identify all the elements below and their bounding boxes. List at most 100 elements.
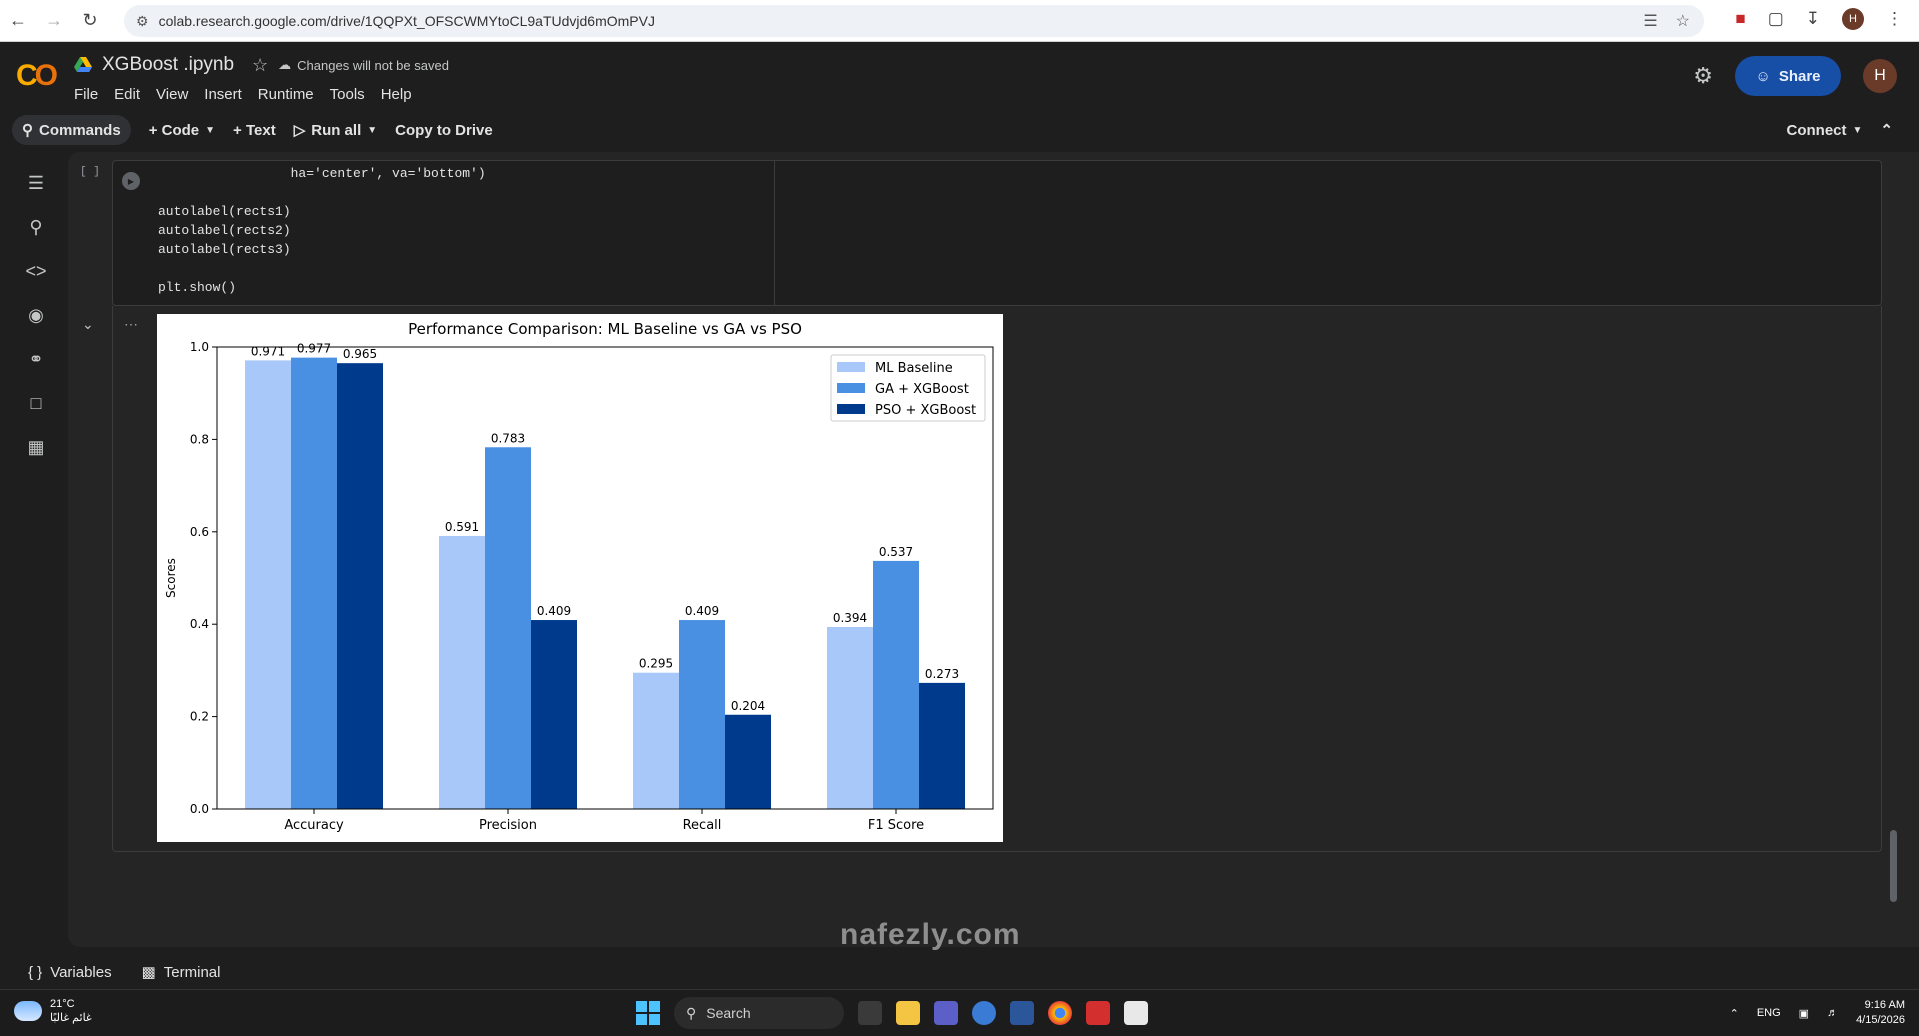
connect-label: Connect [1786, 121, 1847, 139]
table-of-contents-icon[interactable]: ☰ [25, 172, 47, 194]
chrome-icon[interactable] [1048, 1001, 1072, 1025]
back-icon[interactable]: ← [0, 3, 36, 39]
menu-edit[interactable]: Edit [114, 86, 140, 103]
add-code-label: + Code [148, 121, 200, 139]
menu-runtime[interactable]: Runtime [258, 86, 314, 103]
x-tick-label: Recall [683, 818, 722, 833]
data-label: 0.273 [925, 667, 959, 681]
download-icon[interactable]: ↧ [1806, 9, 1820, 29]
legend-label: GA + XGBoost [875, 382, 969, 397]
terminal-button[interactable]: ▩ Terminal [141, 963, 221, 982]
secrets-eye-icon[interactable]: ◉ [25, 304, 47, 326]
windows-taskbar: 21°C غائم غالبًا ⚲ Search ⌃ ENG ▣ ♬ 9:16… [0, 989, 1919, 1036]
legend-label: PSO + XGBoost [875, 403, 976, 418]
unsaved-status[interactable]: ☁ Changes will not be saved [278, 57, 449, 73]
data-label: 0.591 [445, 520, 479, 534]
output-menu-icon[interactable]: ⋯ [124, 316, 139, 333]
star-icon[interactable]: ☆ [252, 55, 268, 76]
settings-gear-icon[interactable]: ⚙ [1693, 63, 1713, 89]
y-tick-label: 1.0 [190, 340, 209, 354]
code-line: plt.show() [158, 280, 237, 295]
menu-tools[interactable]: Tools [330, 86, 365, 103]
copy-to-drive-button[interactable]: Copy to Drive [395, 122, 493, 139]
share-label: Share [1778, 67, 1821, 85]
add-code-button[interactable]: + Code ▼ [149, 122, 215, 139]
key-icon[interactable]: ⚭ [25, 348, 47, 370]
language-indicator[interactable]: ENG [1757, 1007, 1781, 1019]
data-label: 0.295 [639, 657, 673, 671]
chevron-up-icon[interactable]: ⌃ [1880, 121, 1893, 139]
taskbar-search[interactable]: ⚲ Search [674, 997, 844, 1029]
extensions-icon[interactable]: ▢ [1768, 9, 1784, 29]
menu-file[interactable]: File [74, 86, 98, 103]
share-button[interactable]: ☺ Share [1735, 56, 1841, 96]
menu-insert[interactable]: Insert [204, 86, 242, 103]
teams-icon[interactable] [934, 1001, 958, 1025]
bar [531, 620, 577, 809]
chevron-down-icon[interactable]: ⌄ [82, 316, 94, 333]
chart-output: Performance Comparison: ML Baseline vs G… [157, 314, 1003, 842]
volume-icon[interactable]: ♬ [1827, 1007, 1838, 1019]
browser-menu-icon[interactable]: ⋮ [1886, 9, 1903, 29]
x-tick-label: F1 Score [868, 818, 924, 833]
network-icon[interactable]: ▣ [1799, 1007, 1809, 1020]
clock[interactable]: 9:16 AM 4/15/2026 [1856, 998, 1905, 1028]
reload-icon[interactable]: ↻ [72, 3, 108, 39]
task-view-icon[interactable] [858, 1001, 882, 1025]
chevron-up-icon[interactable]: ⌃ [1730, 1007, 1739, 1020]
windows-start-icon[interactable] [636, 1001, 660, 1025]
y-axis-label: Scores [164, 558, 178, 598]
terminal-icon: ▩ [141, 964, 156, 981]
find-replace-icon[interactable]: ⚲ [25, 216, 47, 238]
site-info-icon[interactable]: ⚙ [136, 13, 149, 30]
code-editor[interactable]: ha='center', va='bottom') autolabel(rect… [158, 164, 486, 297]
weather-widget[interactable]: 21°C غائم غالبًا [14, 997, 92, 1025]
connect-button[interactable]: Connect ▼ [1787, 122, 1863, 139]
folder-icon[interactable]: □ [25, 392, 47, 414]
colab-logo[interactable]: CO [16, 59, 58, 93]
data-label: 0.971 [251, 344, 285, 358]
add-text-label: + Text [233, 121, 276, 139]
chevron-down-icon[interactable]: ▼ [205, 125, 215, 136]
profile-avatar[interactable]: H [1863, 59, 1897, 93]
browser-profile-avatar[interactable]: H [1842, 8, 1864, 30]
execution-count: [ ] [80, 166, 100, 178]
y-tick-label: 0.2 [190, 710, 209, 724]
pdf-reader-icon[interactable] [1086, 1001, 1110, 1025]
snipping-tool-icon[interactable] [1124, 1001, 1148, 1025]
bar [485, 447, 531, 809]
colab-header: CO XGBoost .ipynb ☆ ☁ Changes will not b… [0, 42, 1919, 150]
add-text-button[interactable]: + Text [233, 122, 276, 139]
chart-title: Performance Comparison: ML Baseline vs G… [408, 320, 802, 338]
y-tick-label: 0.0 [190, 802, 209, 816]
run-all-button[interactable]: ▷ Run all ▼ [294, 121, 377, 140]
cell-divider [774, 160, 775, 306]
data-table-icon[interactable]: ▦ [25, 436, 47, 458]
chevron-down-icon[interactable]: ▼ [367, 125, 377, 136]
pdf-extension-icon[interactable]: ■ [1735, 9, 1745, 29]
bar [873, 560, 919, 809]
x-tick-label: Precision [479, 818, 537, 833]
data-label: 0.977 [297, 342, 331, 356]
bar [725, 714, 771, 809]
data-label: 0.409 [685, 604, 719, 618]
globe-icon[interactable] [972, 1001, 996, 1025]
commands-label: Commands [39, 121, 121, 139]
time: 9:16 AM [1864, 999, 1905, 1011]
translate-icon[interactable]: ☰ [1643, 11, 1657, 31]
run-cell-button[interactable]: ▶ [122, 172, 140, 190]
word-icon[interactable] [1010, 1001, 1034, 1025]
bookmark-star-icon[interactable]: ☆ [1676, 11, 1690, 31]
menu-help[interactable]: Help [381, 86, 412, 103]
chevron-down-icon[interactable]: ▼ [1853, 125, 1863, 136]
file-explorer-icon[interactable] [896, 1001, 920, 1025]
address-bar[interactable]: ⚙ colab.research.google.com/drive/1QQPXt… [124, 5, 1704, 37]
commands-button[interactable]: ⚲ Commands [12, 115, 131, 145]
menu-view[interactable]: View [156, 86, 188, 103]
watermark: nafezly.com [840, 918, 1021, 951]
variables-button[interactable]: { } Variables [28, 964, 112, 981]
forward-icon[interactable]: → [36, 3, 72, 39]
code-snippets-icon[interactable]: <> [25, 260, 47, 282]
vertical-scrollbar[interactable] [1890, 830, 1897, 902]
notebook-title[interactable]: XGBoost .ipynb [102, 54, 234, 76]
